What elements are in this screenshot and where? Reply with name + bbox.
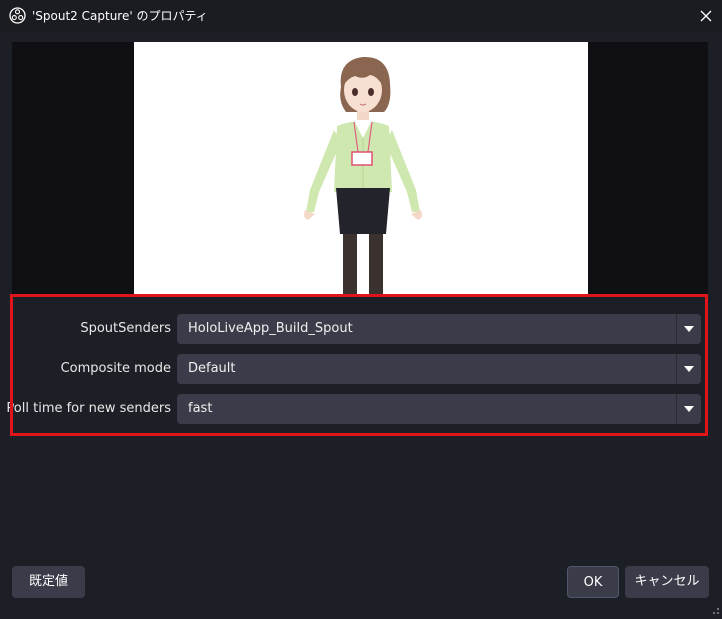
obs-logo-icon <box>9 7 26 24</box>
ok-button[interactable]: OK <box>567 566 619 598</box>
preview-canvas <box>134 42 588 294</box>
defaults-button[interactable]: 既定値 <box>12 566 85 598</box>
avatar-image <box>304 56 422 294</box>
title-bar: 'Spout2 Capture' のプロパティ <box>0 0 722 32</box>
highlight-annotation <box>10 294 708 436</box>
window-title: 'Spout2 Capture' のプロパティ <box>32 9 208 23</box>
close-icon <box>700 7 712 26</box>
cancel-button[interactable]: キャンセル <box>625 566 709 598</box>
resize-grip-icon[interactable] <box>710 600 720 614</box>
source-preview <box>12 42 708 294</box>
close-button[interactable] <box>690 0 722 32</box>
